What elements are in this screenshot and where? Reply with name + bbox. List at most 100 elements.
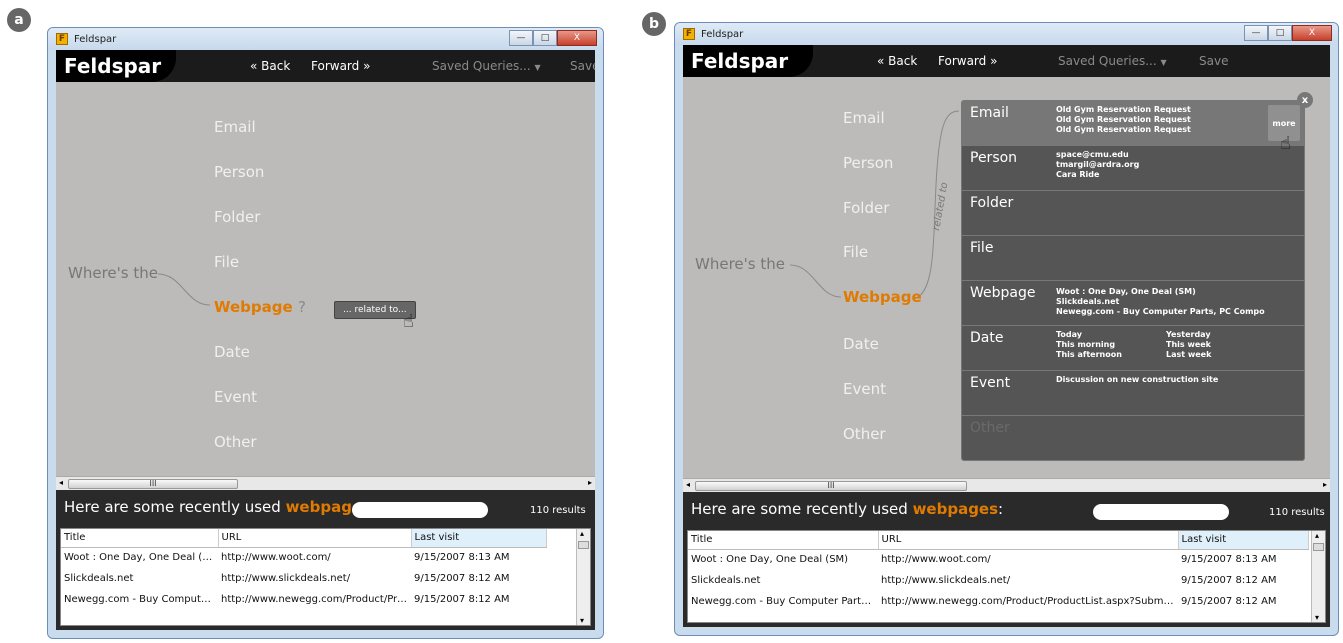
vertical-scrollbar[interactable]: ▴ ▾ — [1311, 531, 1325, 622]
scroll-up-icon[interactable]: ▴ — [580, 529, 584, 538]
vertical-scroll-thumb[interactable] — [1313, 543, 1324, 551]
forward-button[interactable]: Forward » — [311, 50, 370, 82]
close-window-button[interactable]: X — [557, 30, 597, 46]
maximize-button[interactable]: □ — [533, 30, 557, 46]
related-to-popup: Email Old Gym Reservation Request Old Gy… — [961, 100, 1305, 461]
popup-item[interactable]: Old Gym Reservation Request — [1056, 105, 1191, 115]
query-option-person[interactable]: Person — [214, 163, 264, 181]
saved-queries-label: Saved Queries... — [1058, 54, 1157, 68]
query-option-date[interactable]: Date — [843, 335, 879, 353]
query-option-folder[interactable]: Folder — [843, 199, 889, 217]
popup-close-icon[interactable]: x — [1297, 92, 1313, 108]
table-row[interactable]: Slickdeals.net http://www.slickdeals.net… — [61, 568, 576, 589]
popup-item[interactable]: Old Gym Reservation Request — [1056, 125, 1191, 135]
saved-queries-dropdown[interactable]: Saved Queries... ▼ — [432, 50, 541, 82]
query-option-other[interactable]: Other — [843, 425, 886, 443]
scroll-right-icon[interactable]: ▸ — [1323, 480, 1327, 489]
table-row[interactable]: Woot : One Day, One Deal (SM) http://www… — [61, 547, 576, 568]
horizontal-scrollbar[interactable]: ◂ III ▸ — [683, 478, 1330, 492]
popup-item[interactable]: Discussion on new construction site — [1056, 375, 1218, 385]
popup-item[interactable]: This week — [1166, 340, 1211, 350]
related-to-label: related to — [931, 182, 950, 232]
scroll-left-icon[interactable]: ◂ — [686, 480, 690, 489]
popup-row-person[interactable]: Person space@cmu.edu tmargil@ardra.org C… — [962, 146, 1304, 191]
popup-row-items: Old Gym Reservation Request Old Gym Rese… — [1056, 105, 1191, 135]
table-row[interactable]: Newegg.com - Buy Computer... http://www.… — [61, 589, 576, 610]
query-option-file[interactable]: File — [843, 243, 868, 261]
feldspar-window-b: F Feldspar — □ X Feldspar « Back Forward… — [674, 22, 1339, 636]
popup-item[interactable]: Slickdeals.net — [1056, 297, 1265, 307]
vertical-scroll-thumb[interactable] — [578, 541, 589, 549]
popup-item[interactable]: Newegg.com - Buy Computer Parts, PC Comp… — [1056, 307, 1265, 317]
column-header-title[interactable]: Title — [688, 531, 879, 550]
query-option-folder[interactable]: Folder — [214, 208, 260, 226]
maximize-button[interactable]: □ — [1268, 25, 1292, 41]
save-button[interactable]: Save — [1199, 45, 1228, 77]
popup-item[interactable]: This morning — [1056, 340, 1122, 350]
popup-item[interactable]: Cara Ride — [1056, 170, 1139, 180]
column-header-title[interactable]: Title — [61, 529, 219, 548]
connector-curves: related to — [789, 110, 960, 300]
scroll-left-icon[interactable]: ◂ — [59, 478, 63, 487]
query-option-event[interactable]: Event — [214, 388, 257, 406]
results-filter-input[interactable] — [1093, 504, 1229, 520]
popup-row-file[interactable]: File — [962, 236, 1304, 281]
results-count: 110 results — [530, 505, 586, 516]
query-option-date[interactable]: Date — [214, 343, 250, 361]
popup-row-other[interactable]: Other — [962, 416, 1304, 461]
popup-item[interactable]: space@cmu.edu — [1056, 150, 1139, 160]
popup-item[interactable]: tmargil@ardra.org — [1056, 160, 1139, 170]
popup-row-folder[interactable]: Folder — [962, 191, 1304, 236]
query-option-email[interactable]: Email — [843, 109, 885, 127]
save-button[interactable]: Save — [570, 50, 595, 82]
scroll-down-icon[interactable]: ▾ — [580, 616, 584, 625]
scrollbar-thumb[interactable]: III — [695, 481, 967, 491]
query-option-email[interactable]: Email — [214, 118, 256, 136]
popup-item[interactable]: Woot : One Day, One Deal (SM) — [1056, 287, 1265, 297]
query-option-person[interactable]: Person — [843, 154, 893, 172]
horizontal-scrollbar[interactable]: ◂ III ▸ — [56, 476, 595, 490]
scroll-up-icon[interactable]: ▴ — [1315, 531, 1319, 540]
scroll-right-icon[interactable]: ▸ — [588, 478, 592, 487]
column-header-last-visit[interactable]: Last visit — [1178, 531, 1309, 550]
popup-row-webpage[interactable]: Webpage Woot : One Day, One Deal (SM) Sl… — [962, 281, 1304, 326]
row-last-visit: 9/15/2007 8:12 AM — [1181, 575, 1277, 586]
popup-item[interactable]: Last week — [1166, 350, 1211, 360]
column-header-last-visit[interactable]: Last visit — [411, 529, 547, 548]
results-filter-input[interactable] — [352, 502, 488, 518]
query-option-other[interactable]: Other — [214, 433, 257, 451]
table-row[interactable]: Slickdeals.net http://www.slickdeals.net… — [688, 570, 1308, 591]
results-heading: Here are some recently used webpages: — [64, 498, 376, 516]
popup-row-date[interactable]: Date Today This morning This afternoon Y… — [962, 326, 1304, 371]
popup-item[interactable]: Today — [1056, 330, 1122, 340]
app-icon: F — [56, 33, 68, 45]
popup-row-event[interactable]: Event Discussion on new construction sit… — [962, 371, 1304, 416]
column-header-url[interactable]: URL — [218, 529, 412, 548]
title-bar[interactable]: F Feldspar — □ X — [48, 28, 603, 50]
query-option-webpage[interactable]: Webpage ? — [214, 298, 306, 316]
query-option-webpage[interactable]: Webpage — [843, 288, 922, 306]
popup-item[interactable]: Yesterday — [1166, 330, 1211, 340]
minimize-button[interactable]: — — [1244, 25, 1268, 41]
vertical-scrollbar[interactable]: ▴ ▾ — [576, 529, 590, 625]
column-header-url[interactable]: URL — [878, 531, 1179, 550]
query-option-file[interactable]: File — [214, 253, 239, 271]
scrollbar-thumb[interactable]: III — [68, 479, 238, 489]
popup-row-label: File — [970, 240, 994, 256]
back-button[interactable]: « Back — [250, 50, 290, 82]
popup-item[interactable]: This afternoon — [1056, 350, 1122, 360]
app-content: Feldspar « Back Forward » Saved Queries.… — [56, 50, 595, 630]
title-bar[interactable]: F Feldspar — □ X — [675, 23, 1338, 45]
popup-item[interactable]: Old Gym Reservation Request — [1056, 115, 1191, 125]
close-window-button[interactable]: X — [1292, 25, 1332, 41]
query-prefix: Where's the — [695, 255, 785, 273]
table-row[interactable]: Newegg.com - Buy Computer Parts,... http… — [688, 591, 1308, 612]
popup-row-email[interactable]: Email Old Gym Reservation Request Old Gy… — [962, 101, 1304, 146]
scroll-down-icon[interactable]: ▾ — [1315, 613, 1319, 622]
panel-label-b: b — [642, 12, 666, 36]
minimize-button[interactable]: — — [509, 30, 533, 46]
query-option-event[interactable]: Event — [843, 380, 886, 398]
saved-queries-dropdown[interactable]: Saved Queries... ▼ — [1058, 45, 1167, 77]
table-row[interactable]: Woot : One Day, One Deal (SM) http://www… — [688, 549, 1308, 570]
hand-cursor-icon: ☝ — [403, 311, 414, 332]
